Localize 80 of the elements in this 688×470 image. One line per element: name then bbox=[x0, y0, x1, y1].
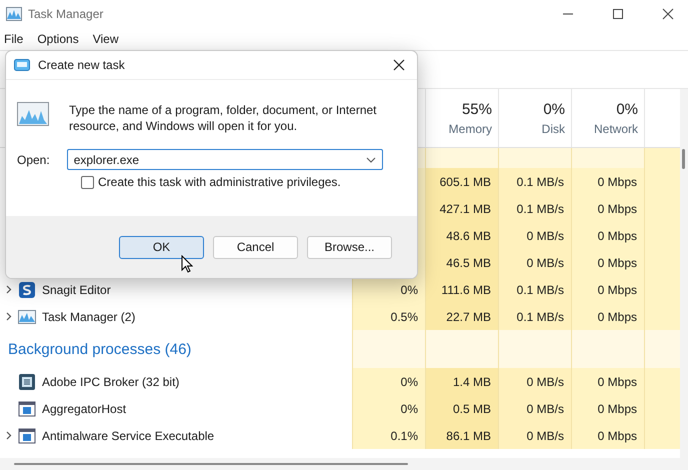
table-cell: 0 Mbps bbox=[571, 422, 644, 449]
checkbox-label[interactable]: Create this task with administrative privileges. bbox=[98, 175, 341, 189]
menu-item[interactable]: View bbox=[92, 32, 118, 46]
column-header[interactable]: Network bbox=[594, 122, 638, 136]
process-name[interactable]: Snagit Editor bbox=[42, 282, 111, 296]
expand-icon[interactable] bbox=[6, 285, 12, 294]
table-cell: 0.1 MB/s bbox=[498, 276, 571, 303]
close-icon[interactable] bbox=[662, 8, 674, 20]
dialog-button[interactable]: OK bbox=[119, 236, 204, 258]
table-cell bbox=[644, 330, 680, 368]
dialog-title: Create new task bbox=[38, 58, 125, 72]
checkbox[interactable] bbox=[81, 176, 94, 188]
table-cell: 46.5 MB bbox=[425, 249, 498, 276]
table-cell: 0 MB/s bbox=[498, 422, 571, 449]
menu-item[interactable]: Options bbox=[37, 32, 79, 46]
close-icon[interactable] bbox=[393, 59, 405, 71]
column-header[interactable]: Memory bbox=[448, 122, 492, 136]
app-icon bbox=[6, 7, 22, 21]
column-usage: 0% bbox=[543, 100, 565, 118]
table-cell: 0% bbox=[352, 395, 425, 422]
window-icon bbox=[14, 59, 30, 71]
table-cell: 0.1 MB/s bbox=[498, 168, 571, 195]
table-cell: 86.1 MB bbox=[425, 422, 498, 449]
cursor-icon bbox=[181, 255, 193, 273]
table-cell: 0 Mbps bbox=[571, 276, 644, 303]
table-cell bbox=[644, 303, 680, 330]
table-cell: 0 MB/s bbox=[498, 249, 571, 276]
expand-icon[interactable] bbox=[6, 312, 12, 321]
table-cell: 0 Mbps bbox=[571, 368, 644, 395]
table-cell: 0 Mbps bbox=[571, 395, 644, 422]
table-cell: 0% bbox=[352, 276, 425, 303]
table-cell bbox=[644, 368, 680, 395]
dialog-message: Type the name of a program, folder, document, or Internet resource, and Windows will open it for you. bbox=[69, 102, 378, 134]
process-name[interactable]: Adobe IPC Broker (32 bit) bbox=[42, 374, 180, 388]
table-cell: 1.4 MB bbox=[425, 368, 498, 395]
table-cell: 0 Mbps bbox=[571, 222, 644, 249]
open-combobox[interactable]: explorer.exe bbox=[66, 149, 383, 170]
column-header[interactable]: Disk bbox=[542, 122, 565, 136]
table-cell: 0.1 MB/s bbox=[498, 195, 571, 222]
table-cell: 0 Mbps bbox=[571, 303, 644, 330]
expand-icon[interactable] bbox=[6, 431, 12, 440]
column-usage: 55% bbox=[462, 100, 492, 118]
window-icon bbox=[18, 400, 36, 416]
process-name[interactable]: Antimalware Service Executable bbox=[42, 428, 214, 442]
window-title: Task Manager bbox=[28, 7, 104, 21]
table-cell: 22.7 MB bbox=[425, 303, 498, 330]
scrollbar-thumb[interactable] bbox=[682, 149, 685, 169]
chart-icon bbox=[18, 310, 36, 324]
table-cell: 0.5 MB bbox=[425, 395, 498, 422]
table-cell: 0 MB/s bbox=[498, 395, 571, 422]
app-icon bbox=[18, 280, 36, 298]
table-cell: 427.1 MB bbox=[425, 195, 498, 222]
maximize-icon[interactable] bbox=[612, 8, 624, 20]
table-cell: 605.1 MB bbox=[425, 168, 498, 195]
table-cell bbox=[644, 422, 680, 449]
table-cell: 0.1 MB/s bbox=[498, 303, 571, 330]
table-cell: 0.1% bbox=[352, 422, 425, 449]
table-cell: 0% bbox=[352, 368, 425, 395]
field-label: Open: bbox=[17, 152, 50, 166]
caret-icon[interactable] bbox=[366, 156, 376, 162]
window-icon bbox=[18, 428, 36, 444]
chart-icon bbox=[17, 102, 49, 126]
menu-item[interactable]: File bbox=[4, 32, 24, 46]
table-cell: 0 MB/s bbox=[498, 368, 571, 395]
table-cell: 0.5% bbox=[352, 303, 425, 330]
column-usage: 0% bbox=[616, 100, 638, 118]
table-cell: 0 Mbps bbox=[571, 195, 644, 222]
process-name[interactable]: AggregatorHost bbox=[42, 402, 126, 416]
table-cell: 0 Mbps bbox=[571, 249, 644, 276]
table-cell: 111.6 MB bbox=[425, 276, 498, 303]
dialog-button[interactable]: Cancel bbox=[213, 236, 298, 258]
dialog-button[interactable]: Browse... bbox=[307, 236, 392, 258]
table-cell: 48.6 MB bbox=[425, 222, 498, 249]
document-icon bbox=[18, 372, 36, 390]
scrollbar-thumb[interactable] bbox=[14, 463, 408, 465]
process-name[interactable]: Task Manager (2) bbox=[42, 310, 136, 324]
group-heading: Background processes (46) bbox=[7, 340, 192, 358]
table-cell: 0 MB/s bbox=[498, 222, 571, 249]
table-cell: 0 Mbps bbox=[571, 168, 644, 195]
table-cell bbox=[644, 148, 680, 168]
